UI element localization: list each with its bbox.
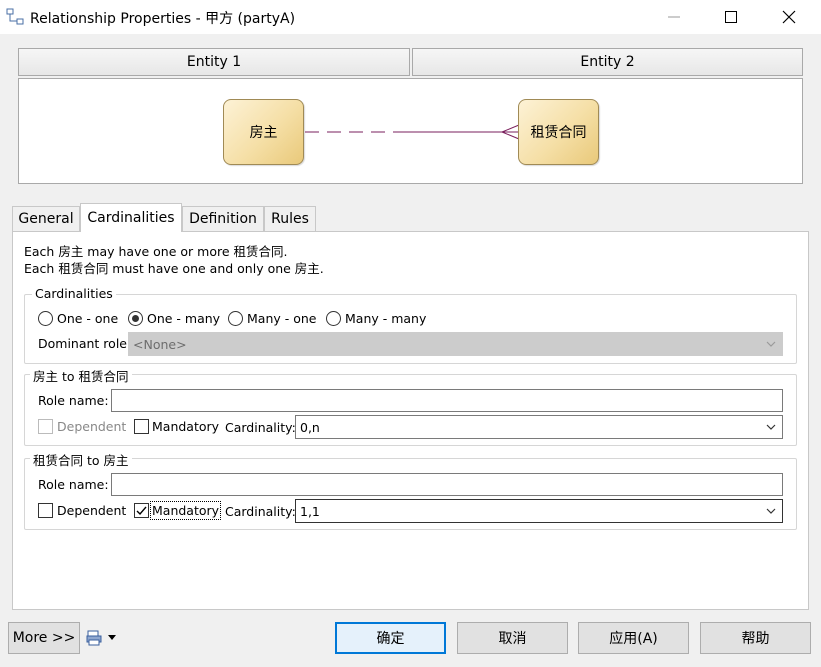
relationship-icon [6,8,24,26]
ok-button[interactable]: 确定 [335,622,446,654]
role1-cardinality-value: 0,n [300,419,320,435]
apply-button[interactable]: 应用(A) [578,622,689,654]
role1-legend: 房主 to 租赁合同 [30,366,132,385]
chevron-down-icon [766,424,776,430]
radio-one-many-label[interactable]: One - many [147,311,220,326]
role2-mandatory-checkbox[interactable] [134,503,149,518]
role2-dependent-checkbox[interactable] [38,503,53,518]
dominant-role-value: <None> [133,336,187,352]
role1-dependent-label: Dependent [57,419,127,434]
cardinalities-legend: Cardinalities [32,286,116,301]
more-button[interactable]: More >> [8,622,80,654]
radio-many-one[interactable] [228,311,243,326]
entity2-box[interactable]: 租赁合同 [518,99,599,165]
role1-cardinality-label: Cardinality: [225,420,296,435]
role1-mandatory-label[interactable]: Mandatory [152,419,219,434]
role2-cardinality-value: 1,1 [300,503,320,519]
relationship-diagram: 房主 租赁合同 [18,78,803,184]
role2-legend: 租赁合同 to 房主 [30,450,132,469]
role1-cardinality-select[interactable]: 0,n [295,415,783,439]
role2-role-name-input[interactable] [111,473,783,496]
entity1-name: 房主 [249,125,278,141]
dominant-role-select: <None> [128,332,783,356]
role1-role-name-input[interactable] [111,389,783,412]
role2-cardinality-select[interactable]: 1,1 [295,499,783,523]
minimize-button[interactable] [651,0,697,34]
radio-many-one-label[interactable]: Many - one [247,311,316,326]
dominant-role-label: Dominant role: [38,336,132,351]
radio-many-many[interactable] [326,311,341,326]
role2-cardinality-label: Cardinality: [225,504,296,519]
window-title: Relationship Properties - 甲方 (partyA) [30,11,296,27]
role2-mandatory-label[interactable]: Mandatory [150,501,222,520]
entity1-header[interactable]: Entity 1 [18,48,410,76]
description-line-2: Each 租赁合同 must have one and only one 房主. [24,261,324,276]
printer-icon [86,630,102,646]
tab-definition[interactable]: Definition [182,206,264,231]
chevron-down-icon [766,341,776,347]
role1-role-name-label: Role name: [38,393,109,408]
radio-one-many[interactable] [128,311,143,326]
maximize-button[interactable] [708,0,754,34]
tab-cardinalities[interactable]: Cardinalities [80,203,182,232]
role1-mandatory-checkbox[interactable] [134,419,149,434]
entity1-box[interactable]: 房主 [223,99,304,165]
close-button[interactable] [766,0,812,34]
checkmark-icon [136,506,147,516]
tab-rules[interactable]: Rules [264,206,316,231]
cancel-button[interactable]: 取消 [457,622,568,654]
radio-many-many-label[interactable]: Many - many [345,311,426,326]
chevron-down-icon [766,508,776,514]
role1-dependent-checkbox [38,419,53,434]
print-menu-button[interactable] [86,628,122,648]
role2-dependent-label[interactable]: Dependent [57,503,126,518]
role2-role-name-label: Role name: [38,477,109,492]
entity2-header[interactable]: Entity 2 [412,48,803,76]
dropdown-arrow-icon [108,635,116,640]
relationship-line [305,124,520,140]
entity2-name: 租赁合同 [530,125,587,141]
radio-one-one-label[interactable]: One - one [57,311,118,326]
tab-general[interactable]: General [12,206,80,231]
radio-one-one[interactable] [38,311,53,326]
help-button[interactable]: 帮助 [700,622,811,654]
